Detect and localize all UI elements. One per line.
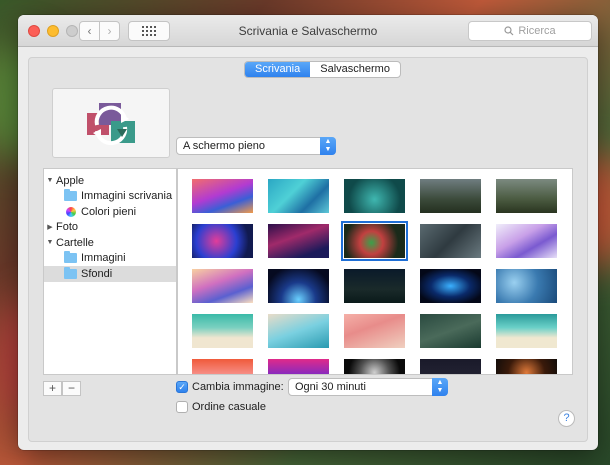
disclosure-expanded-icon[interactable]: ▼ xyxy=(44,239,56,246)
disclosure-expanded-icon[interactable]: ▼ xyxy=(44,177,56,184)
sidebar-item-label: Colori pieni xyxy=(81,205,137,218)
wallpaper-grid xyxy=(177,168,573,375)
folder-icon xyxy=(64,189,77,202)
wallpaper-thumbnail[interactable] xyxy=(420,224,481,258)
folder-icon xyxy=(64,251,77,264)
wallpaper-thumbnail[interactable] xyxy=(192,314,253,348)
group-label: Apple xyxy=(56,174,85,187)
wallpaper-thumbnail[interactable] xyxy=(496,224,557,258)
wallpaper-thumbnail[interactable] xyxy=(268,224,329,258)
wallpaper-thumbnail[interactable] xyxy=(192,224,253,258)
wallpaper-thumbnail[interactable] xyxy=(344,269,405,303)
wallpaper-thumbnail[interactable] xyxy=(344,314,405,348)
random-order-checkbox[interactable] xyxy=(176,401,188,413)
wallpaper-thumbnail[interactable] xyxy=(344,179,405,213)
sidebar-item-colori-pieni[interactable]: Colori pieni xyxy=(44,204,176,220)
updown-chevron-icon: ▲ ▼ xyxy=(320,137,336,155)
wallpaper-thumbnail[interactable] xyxy=(192,179,253,213)
sidebar-item-label: Sfondi xyxy=(81,267,113,280)
wallpaper-thumbnail[interactable] xyxy=(344,359,405,374)
wallpaper-thumbnail[interactable] xyxy=(496,314,557,348)
interval-value: Ogni 30 minuti xyxy=(295,381,366,393)
search-placeholder: Ricerca xyxy=(518,25,556,37)
color-wheel-icon xyxy=(66,206,76,217)
change-interval-select[interactable]: Ogni 30 minuti ▲ ▼ xyxy=(288,378,448,396)
wallpaper-thumbnail[interactable] xyxy=(268,314,329,348)
wallpaper-thumbnail[interactable] xyxy=(496,269,557,303)
group-label: Foto xyxy=(56,221,79,234)
wallpaper-thumbnail[interactable] xyxy=(420,179,481,213)
wallpaper-thumbnail[interactable] xyxy=(496,179,557,213)
random-order-label: Ordine casuale xyxy=(192,401,266,413)
wallpaper-thumbnail[interactable] xyxy=(268,359,329,374)
sidebar-item-immagini-scrivania[interactable]: Immagini scrivania xyxy=(44,189,176,205)
tab-salvaschermo[interactable]: Salvaschermo xyxy=(310,62,400,77)
help-button[interactable]: ? xyxy=(558,410,575,427)
wallpaper-thumbnail[interactable] xyxy=(341,221,408,261)
group-foto[interactable]: ▶ Foto xyxy=(44,220,176,236)
change-picture-label: Cambia immagine: xyxy=(192,381,284,393)
sidebar-item-label: Immagini scrivania xyxy=(81,190,173,203)
source-list: ▼ Apple Immagini scrivania Colori pieni … xyxy=(43,168,177,375)
updown-chevron-icon: ▲ ▼ xyxy=(432,378,448,396)
display-mode-select[interactable]: A schermo pieno ▲ ▼ xyxy=(176,137,336,155)
group-cartelle[interactable]: ▼ Cartelle xyxy=(44,235,176,251)
wallpaper-thumbnail[interactable] xyxy=(496,359,557,374)
tab-scrivania[interactable]: Scrivania xyxy=(245,62,311,77)
change-picture-checkbox[interactable]: ✓ xyxy=(176,381,188,393)
add-folder-button[interactable]: + xyxy=(43,381,62,396)
group-apple[interactable]: ▼ Apple xyxy=(44,173,176,189)
search-icon xyxy=(504,26,514,36)
wallpaper-thumbnail[interactable] xyxy=(268,179,329,213)
sidebar-item-label: Immagini xyxy=(81,252,126,265)
preferences-window: ‹ › Scrivania e Salvaschermo Ricerca Scr… xyxy=(18,15,598,450)
wallpaper-thumbnail[interactable] xyxy=(420,314,481,348)
desktop-preview xyxy=(52,88,170,158)
wallpaper-thumbnail[interactable] xyxy=(420,269,481,303)
disclosure-collapsed-icon[interactable]: ▶ xyxy=(44,223,56,231)
wallpaper-thumbnail[interactable] xyxy=(268,269,329,303)
search-field[interactable]: Ricerca xyxy=(468,21,592,41)
wallpaper-thumbnail[interactable] xyxy=(420,359,481,374)
wallpaper-thumbnail[interactable] xyxy=(192,269,253,303)
group-label: Cartelle xyxy=(56,236,94,249)
content-panel: Scrivania Salvaschermo A schermo pieno ▲… xyxy=(28,57,588,442)
title-bar: ‹ › Scrivania e Salvaschermo Ricerca xyxy=(18,15,598,47)
wallpaper-thumbnail[interactable] xyxy=(192,359,253,374)
sidebar-item-immagini[interactable]: Immagini xyxy=(44,251,176,267)
sidebar-item-sfondi[interactable]: Sfondi xyxy=(44,266,176,282)
display-mode-value: A schermo pieno xyxy=(183,140,265,152)
rotating-pictures-icon xyxy=(87,103,135,146)
remove-folder-button[interactable]: − xyxy=(62,381,81,396)
tab-control: Scrivania Salvaschermo xyxy=(244,61,401,78)
folder-icon xyxy=(64,266,77,279)
